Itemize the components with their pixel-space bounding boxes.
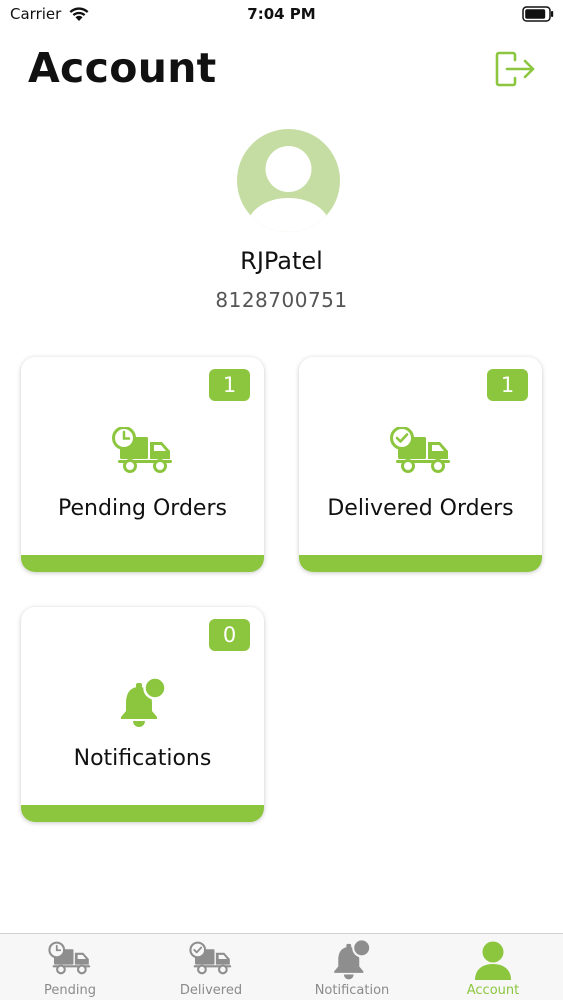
- notifications-badge: 0: [209, 619, 250, 651]
- tab-delivered[interactable]: Delivered: [141, 934, 281, 1000]
- status-bar: Carrier 7:04 PM: [0, 0, 563, 30]
- truck-check-icon: [389, 427, 450, 473]
- page-title: Account: [28, 44, 217, 92]
- card-accent-bar: [21, 805, 264, 822]
- logout-button[interactable]: [492, 50, 538, 88]
- tab-notification[interactable]: Notification: [282, 934, 422, 1000]
- pending-orders-card[interactable]: 1 Pending Orders: [21, 357, 264, 572]
- logout-icon: [495, 51, 535, 87]
- avatar: [237, 129, 340, 232]
- tab-delivered-label: Delivered: [179, 983, 243, 998]
- tab-bar: Pending Delivered Notification Account: [0, 933, 563, 1000]
- notifications-label: Notifications: [73, 746, 212, 771]
- delivered-orders-badge: 1: [487, 369, 528, 401]
- truck-clock-icon: [48, 941, 91, 975]
- user-icon: [475, 941, 511, 980]
- tab-account-label: Account: [466, 983, 520, 998]
- pending-orders-label: Pending Orders: [58, 496, 227, 521]
- user-avatar-icon: [247, 146, 330, 232]
- delivered-orders-card[interactable]: 1 Delivered Orders: [299, 357, 542, 572]
- user-name: RJPatel: [240, 247, 323, 275]
- tab-pending[interactable]: Pending: [0, 934, 140, 1000]
- status-time: 7:04 PM: [247, 5, 316, 23]
- pending-orders-badge: 1: [209, 369, 250, 401]
- tab-pending-label: Pending: [44, 983, 96, 998]
- truck-check-icon: [189, 941, 232, 975]
- card-accent-bar: [299, 555, 542, 572]
- card-accent-bar: [21, 555, 264, 572]
- truck-clock-icon: [111, 427, 172, 473]
- tab-account[interactable]: Account: [423, 934, 563, 1000]
- battery-icon: [522, 6, 554, 22]
- tab-notification-label: Notification: [314, 983, 390, 998]
- notifications-card[interactable]: 0 Notifications: [21, 607, 264, 822]
- delivered-orders-label: Delivered Orders: [327, 496, 514, 521]
- bell-icon: [334, 939, 372, 980]
- user-phone: 8128700751: [215, 288, 348, 312]
- bell-icon: [120, 677, 167, 727]
